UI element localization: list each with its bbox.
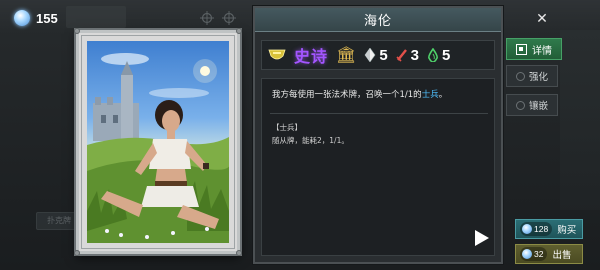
decor-icons bbox=[200, 11, 236, 25]
mana-value: 5 bbox=[379, 46, 388, 64]
sell-price: 32 bbox=[520, 247, 548, 261]
buy-price-value: 128 bbox=[534, 224, 549, 234]
next-card-button[interactable] bbox=[472, 229, 490, 247]
card-description: 我方每使用一张法术牌，召唤一个1/1的士兵。 bbox=[272, 88, 486, 102]
crosshair-icon bbox=[200, 11, 214, 25]
enhance-button-label: 强化 bbox=[528, 72, 548, 83]
token-description: 随从牌，能耗2，1/1。 bbox=[272, 136, 349, 145]
frame-rivet bbox=[74, 250, 80, 256]
detail-button-label: 详情 bbox=[532, 45, 552, 57]
enhance-icon bbox=[515, 71, 525, 81]
inlay-icon bbox=[515, 100, 525, 110]
card-art-frame bbox=[74, 28, 242, 256]
close-button[interactable]: ✕ bbox=[531, 8, 553, 30]
card-detail-panel: 海伦 史诗 🏛︎ 5 3 5 我方每使用一张法术牌，召唤一个1/1的士兵。 【士… bbox=[253, 6, 503, 264]
card-name: 海伦 bbox=[255, 8, 501, 32]
frame-rivet bbox=[236, 250, 242, 256]
play-arrow-icon bbox=[475, 230, 489, 246]
gem-icon bbox=[14, 10, 30, 26]
description-text: 我方每使用一张法术牌，召唤一个1/1的 bbox=[272, 90, 422, 100]
crystal-icon bbox=[364, 48, 376, 62]
buy-price: 128 bbox=[520, 222, 553, 236]
close-icon: ✕ bbox=[536, 11, 548, 27]
detail-button[interactable]: 详情 bbox=[506, 38, 562, 60]
gem-icon bbox=[522, 249, 532, 259]
sword-icon bbox=[396, 49, 407, 62]
gem-icon bbox=[522, 224, 532, 234]
rarity-label: 史诗 bbox=[294, 47, 329, 66]
currency-value: 155 bbox=[36, 10, 58, 26]
attack-value: 3 bbox=[410, 46, 420, 64]
token-name: 【士兵】 bbox=[272, 123, 302, 132]
sell-button-label: 出售 bbox=[552, 250, 572, 261]
enhance-button[interactable]: 强化 bbox=[506, 65, 558, 87]
inlay-button-label: 镶嵌 bbox=[528, 101, 548, 112]
description-keyword[interactable]: 士兵 bbox=[422, 90, 439, 100]
frame-rivet bbox=[74, 28, 80, 34]
buy-button-label: 购买 bbox=[557, 225, 577, 236]
inlay-button[interactable]: 镶嵌 bbox=[506, 94, 558, 116]
card-stats-row: 史诗 🏛︎ 5 3 5 bbox=[261, 40, 495, 70]
rarity-emblem-icon bbox=[268, 48, 286, 62]
pillar-icon: 🏛︎ bbox=[336, 45, 357, 64]
sell-button[interactable]: 32 出售 bbox=[515, 244, 583, 264]
currency-display: 155 bbox=[14, 8, 58, 28]
background-bottom-button-label: 扑克牌 bbox=[47, 216, 71, 225]
card-description-box: 我方每使用一张法术牌，召唤一个1/1的士兵。 【士兵】 随从牌，能耗2，1/1。 bbox=[261, 78, 495, 256]
description-end: 。 bbox=[438, 90, 448, 100]
detail-icon bbox=[516, 43, 527, 55]
description-divider bbox=[270, 113, 488, 114]
sell-price-value: 32 bbox=[534, 249, 544, 259]
buy-button[interactable]: 128 购买 bbox=[515, 219, 583, 239]
mana-stat: 5 bbox=[364, 46, 388, 64]
attack-stat: 3 bbox=[396, 47, 419, 64]
frame-rivet bbox=[236, 28, 242, 34]
health-stat: 5 bbox=[427, 47, 450, 64]
card-illustration bbox=[87, 41, 229, 243]
health-value: 5 bbox=[442, 46, 451, 64]
crosshair-icon bbox=[222, 11, 236, 25]
background-right-panel bbox=[560, 30, 600, 210]
background-tab bbox=[66, 6, 126, 28]
drop-icon bbox=[428, 48, 438, 62]
